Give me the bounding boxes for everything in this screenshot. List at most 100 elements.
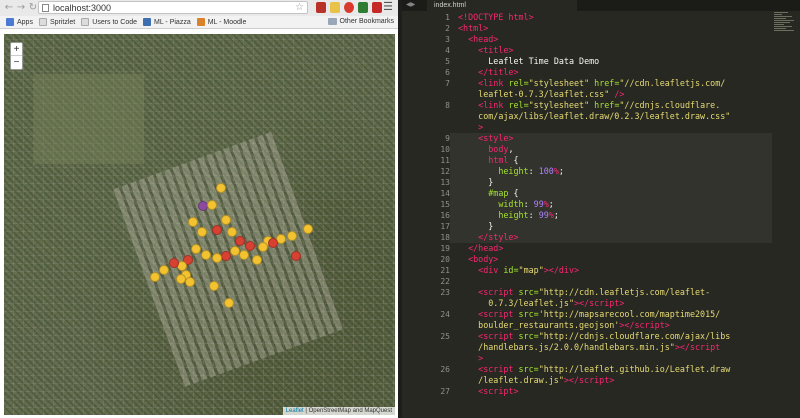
map-marker[interactable] <box>188 217 198 227</box>
map-marker[interactable] <box>207 200 217 210</box>
code-line[interactable]: <title> <box>458 45 513 56</box>
extension-icon[interactable] <box>344 2 354 13</box>
map-marker[interactable] <box>209 281 219 291</box>
code-line[interactable]: </style> <box>458 232 518 243</box>
map-marker[interactable] <box>227 227 237 237</box>
map-marker[interactable] <box>303 224 313 234</box>
code-line[interactable]: <script src="http://cdn.leafletjs.com/le… <box>458 287 710 298</box>
zoom-control: + − <box>10 42 23 70</box>
code-line[interactable]: } <box>458 177 493 188</box>
map-marker[interactable] <box>150 272 160 282</box>
line-number: 26 <box>440 365 450 374</box>
url-text[interactable]: localhost:3000 <box>53 3 111 13</box>
line-number: 18 <box>440 233 450 242</box>
map-marker[interactable] <box>221 215 231 225</box>
zoom-out-button[interactable]: − <box>11 56 22 69</box>
leaflet-map[interactable]: + − Leaflet | OpenStreetMap and MapQuest <box>4 34 395 415</box>
map-marker[interactable] <box>169 258 179 268</box>
code-line[interactable]: /leaflet.draw.js"></script> <box>458 375 614 386</box>
line-number: 12 <box>440 167 450 176</box>
code-line[interactable]: boulder_restaurants.geojson'></script> <box>458 320 670 331</box>
menu-icon[interactable]: ☰ <box>383 1 393 14</box>
code-line[interactable]: </title> <box>458 67 518 78</box>
code-line[interactable]: height: 99%; <box>458 210 559 221</box>
code-line[interactable]: > <box>458 122 483 133</box>
bookmark-spritzlet[interactable]: Spritzlet <box>38 18 75 26</box>
map-marker[interactable] <box>258 242 268 252</box>
map-marker[interactable] <box>212 253 222 263</box>
other-bookmarks[interactable]: Other Bookmarks <box>327 18 394 25</box>
code-line[interactable]: height: 100%; <box>458 166 564 177</box>
code-line[interactable]: 0.7.3/leaflet.js"></script> <box>458 298 624 309</box>
line-number: 1 <box>445 13 450 22</box>
leaflet-link[interactable]: Leaflet <box>286 408 304 414</box>
code-line[interactable]: leaflet-0.7.3/leaflet.css" /> <box>458 89 624 100</box>
code-line[interactable]: } <box>458 221 493 232</box>
map-marker[interactable] <box>216 183 226 193</box>
bookmark-star-icon[interactable]: ☆ <box>295 2 304 14</box>
extension-icon[interactable] <box>372 2 382 13</box>
code-line[interactable]: <link rel="stylesheet" href="//cdn.leafl… <box>458 78 725 89</box>
map-marker[interactable] <box>185 277 195 287</box>
map-marker[interactable] <box>176 274 186 284</box>
extension-icon[interactable] <box>316 2 326 13</box>
bookmark-apps[interactable]: Apps <box>6 18 33 26</box>
map-marker[interactable] <box>287 231 297 241</box>
map-marker[interactable] <box>239 250 249 260</box>
code-line[interactable]: <link rel="stylesheet" href="//cdnjs.clo… <box>458 100 720 111</box>
code-line[interactable]: Leaflet Time Data Demo <box>458 56 599 67</box>
code-line[interactable]: html { <box>458 155 518 166</box>
code-line[interactable]: </head> <box>458 243 503 254</box>
code-line[interactable]: <html> <box>458 23 488 34</box>
zoom-in-button[interactable]: + <box>11 43 22 56</box>
back-icon[interactable]: ← <box>3 1 15 15</box>
bookmarks-bar: Apps Spritzlet Users to Code ML - Piazza… <box>0 16 398 29</box>
extension-icon[interactable] <box>330 2 340 13</box>
map-marker[interactable] <box>201 250 211 260</box>
editor-tab-bar: ◀▶ index.html <box>402 0 800 11</box>
map-marker[interactable] <box>197 227 207 237</box>
map-marker[interactable] <box>235 236 245 246</box>
code-line[interactable]: <div id="map"></div> <box>458 265 579 276</box>
fold-arrows-icon[interactable]: ◀▶ <box>406 0 415 11</box>
code-line[interactable]: com/ajax/libs/leaflet.draw/0.2.3/leaflet… <box>458 111 730 122</box>
code-line[interactable]: <body> <box>458 254 498 265</box>
line-number: 22 <box>440 277 450 286</box>
minimap[interactable] <box>772 11 800 71</box>
code-line[interactable]: <script src="http://cdnjs.cloudflare.com… <box>458 331 730 342</box>
map-marker[interactable] <box>252 255 262 265</box>
map-marker[interactable] <box>291 251 301 261</box>
map-marker[interactable] <box>221 251 231 261</box>
forward-icon[interactable]: → <box>15 1 27 15</box>
code-line[interactable]: <style> <box>458 133 513 144</box>
code-line[interactable]: width: 99%; <box>458 199 554 210</box>
line-number: 5 <box>445 57 450 66</box>
map-marker[interactable] <box>245 241 255 251</box>
code-line[interactable]: /handlebars.js/2.0.0/handlebars.min.js">… <box>458 342 720 353</box>
code-line[interactable]: <script src="http://leaflet.github.io/Le… <box>458 364 730 375</box>
map-marker[interactable] <box>268 238 278 248</box>
bookmark-label: ML - Moodle <box>207 18 247 26</box>
bookmark-ml-piazza[interactable]: ML - Piazza <box>143 18 191 26</box>
code-line[interactable]: <head> <box>458 34 498 45</box>
code-line[interactable]: > <box>458 353 483 364</box>
code-line[interactable]: #map { <box>458 188 518 199</box>
tab-index-html[interactable]: index.html <box>427 0 577 11</box>
code-line[interactable]: <script> <box>458 386 518 397</box>
code-line[interactable]: body, <box>458 144 513 155</box>
line-number: 8 <box>445 101 450 110</box>
code-line[interactable]: <!DOCTYPE html> <box>458 12 534 23</box>
code-line[interactable]: <script src='http://mapsarecool.com/mapt… <box>458 309 720 320</box>
map-marker[interactable] <box>230 246 240 256</box>
extension-icon[interactable] <box>358 2 368 13</box>
bookmark-users-to-code[interactable]: Users to Code <box>81 18 137 26</box>
map-marker[interactable] <box>191 244 201 254</box>
map-marker[interactable] <box>224 298 234 308</box>
code-area[interactable]: <!DOCTYPE html> <html> <head> <title> Lea… <box>458 11 776 418</box>
map-marker[interactable] <box>159 265 169 275</box>
address-bar[interactable]: localhost:3000 ☆ <box>38 1 308 14</box>
browser-toolbar: ← → ↻ localhost:3000 ☆ ☰ <box>0 0 398 16</box>
tab-label: index.html <box>434 2 466 9</box>
bookmark-ml-moodle[interactable]: ML - Moodle <box>196 18 247 26</box>
map-marker[interactable] <box>212 225 222 235</box>
